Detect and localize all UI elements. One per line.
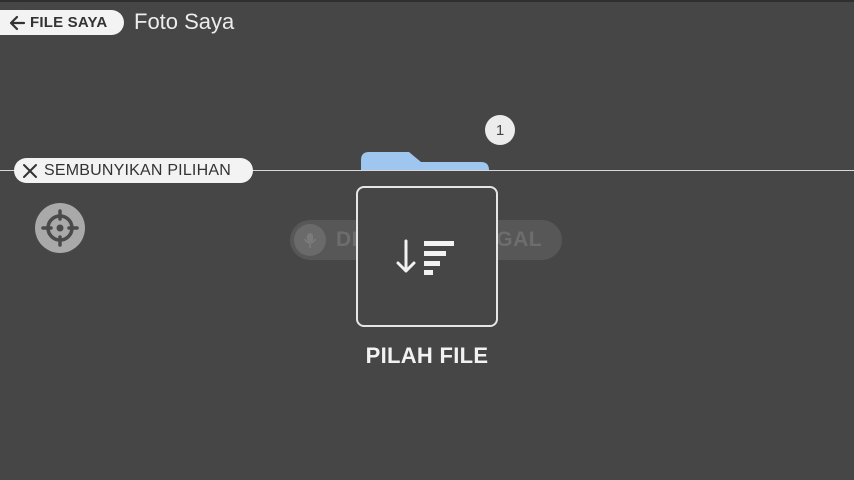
mic-icon — [294, 224, 326, 256]
sort-descending-icon — [395, 237, 459, 277]
page-title: Foto Saya — [134, 9, 235, 34]
target-button[interactable] — [35, 203, 85, 253]
hide-options-label: SEMBUNYIKAN PILIHAN — [44, 161, 231, 179]
folder-icon[interactable] — [361, 152, 489, 170]
crosshair-icon — [40, 208, 80, 248]
sort-files-button[interactable] — [356, 186, 498, 327]
hide-options-button[interactable]: SEMBUNYIKAN PILIHAN — [14, 158, 253, 183]
back-button-label: FILE SAYA — [30, 14, 108, 31]
sort-files-label: PILAH FILE — [365, 343, 489, 368]
arrow-left-icon — [8, 14, 26, 32]
close-icon — [22, 163, 38, 179]
top-border — [0, 0, 854, 2]
folder-count-badge: 1 — [485, 115, 515, 145]
back-button[interactable]: FILE SAYA — [0, 10, 124, 35]
